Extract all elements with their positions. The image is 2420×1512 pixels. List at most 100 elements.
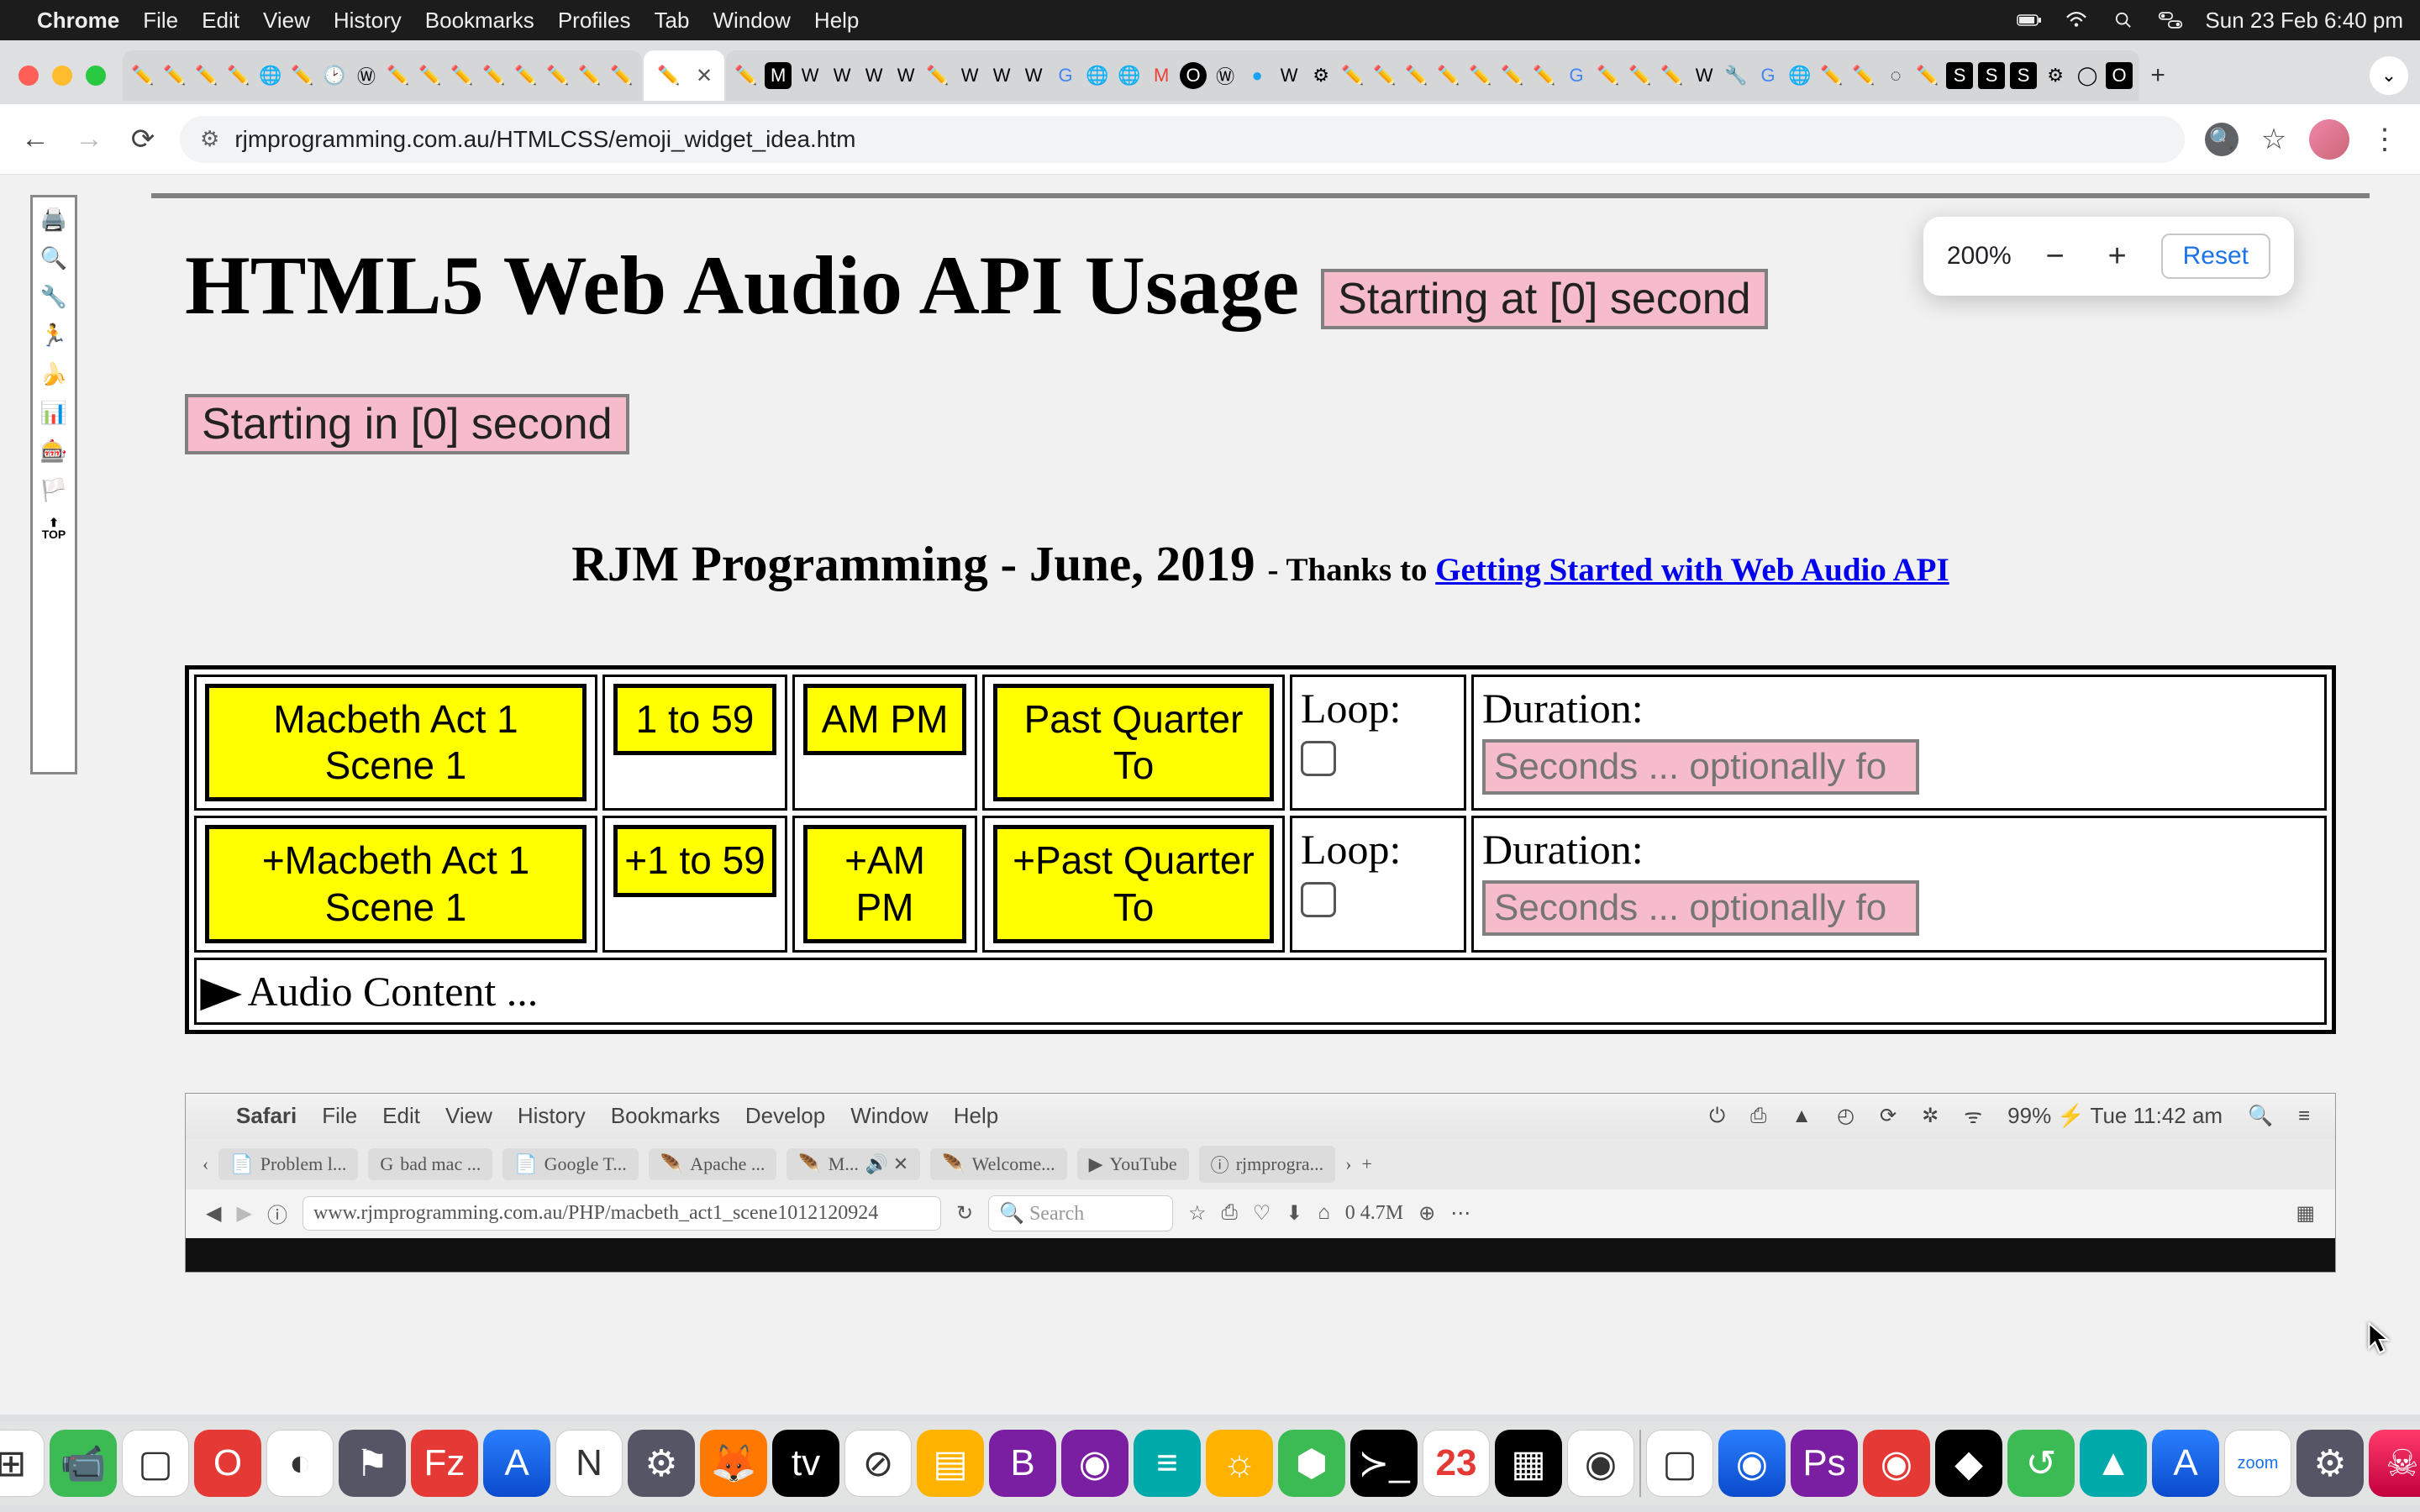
menu-view[interactable]: View [263,8,310,34]
background-tab[interactable]: ✏️ [511,50,541,101]
menu-bookmarks[interactable]: Bookmarks [425,8,534,34]
background-tab[interactable]: ✏️ [1817,50,1847,101]
spotlight-icon[interactable] [2111,12,2136,29]
loop-checkbox[interactable] [1301,741,1336,776]
background-tab[interactable]: ✏️ [1402,50,1432,101]
starting-at-input[interactable]: Starting at [0] second [1321,269,1767,329]
dock-app-icon[interactable]: B [989,1430,1056,1497]
dock-calendar-icon[interactable]: 23 [1423,1430,1490,1497]
gadget-icon[interactable]: 🔍 [37,241,71,275]
audio-content-toggle[interactable]: ▶Audio Content ... [194,958,2327,1025]
gadget-icon[interactable]: 🎰 [37,434,71,468]
background-tab[interactable]: ✏️ [287,50,318,101]
background-tab[interactable]: 🌐 [1082,50,1113,101]
background-tab[interactable]: ✏️ [447,50,477,101]
dock-chrome-icon[interactable]: ◉ [1567,1430,1634,1497]
background-tab[interactable]: G [1050,50,1081,101]
background-tab[interactable]: ✏️ [192,50,222,101]
dock-app-icon[interactable]: ▤ [917,1430,984,1497]
menu-profiles[interactable]: Profiles [558,8,631,34]
dock-app-icon[interactable]: ≡ [1134,1430,1201,1497]
background-tab[interactable]: ✏️ [479,50,509,101]
fullscreen-window-button[interactable] [86,66,106,86]
background-tab[interactable]: W [1689,50,1719,101]
thanks-link[interactable]: Getting Started with Web Audio API [1435,552,1949,588]
dock-app-icon[interactable]: ▲ [2080,1430,2147,1497]
background-tab[interactable]: ✏️ [160,50,190,101]
background-tab[interactable]: G [1561,50,1591,101]
dock-app-icon[interactable]: ⚙ [628,1430,695,1497]
minimize-window-button[interactable] [52,66,72,86]
gadget-top-icon[interactable]: ⬆TOP [37,512,71,545]
dock-app-icon[interactable]: ◐ [266,1430,334,1497]
tab-overflow-button[interactable]: ⌄ [2370,56,2408,95]
forward-button[interactable]: → [72,123,106,156]
duration-input[interactable] [1482,880,1919,936]
address-bar[interactable]: ⚙ rjmprogramming.com.au/HTMLCSS/emoji_wi… [180,116,2185,163]
ampm-add-button[interactable]: +AM PM [803,825,966,942]
close-tab-icon[interactable]: ✕ [696,64,713,88]
menu-edit[interactable]: Edit [202,8,239,34]
background-tab[interactable]: W [859,50,889,101]
background-tab[interactable]: ✏️ [1625,50,1655,101]
dock-app-icon[interactable]: A [2152,1430,2219,1497]
dock-app-icon[interactable]: ▢ [122,1430,189,1497]
background-tab[interactable]: ✏️ [1593,50,1623,101]
dock-news-icon[interactable]: N [555,1430,623,1497]
background-tab[interactable]: ✏️ [1497,50,1528,101]
zoom-reset-button[interactable]: Reset [2161,234,2270,279]
background-tab[interactable]: M [1146,50,1176,101]
dock-app-icon[interactable]: ↺ [2007,1430,2075,1497]
dock-app-icon[interactable]: ▢ [1646,1430,1713,1497]
background-tab[interactable]: ✏️ [1849,50,1879,101]
background-tab[interactable]: ◌ [1881,50,1911,101]
background-tab[interactable]: ⚙ [1306,50,1336,101]
background-tab[interactable]: ● [1242,50,1272,101]
background-tab[interactable]: W [827,50,857,101]
scene-add-button[interactable]: +Macbeth Act 1 Scene 1 [205,825,587,942]
gadget-icon[interactable]: 📊 [37,396,71,429]
background-tab[interactable]: ✏️ [731,50,761,101]
minute-select-button[interactable]: 1 to 59 [613,684,776,755]
dock-app-icon[interactable]: ◉ [1718,1430,1786,1497]
quarter-add-button[interactable]: +Past Quarter To [993,825,1274,942]
dock-facetime-icon[interactable]: 📹 [50,1430,117,1497]
background-tab[interactable]: ✏️ [1434,50,1464,101]
dock-terminal-icon[interactable]: ≻_ [1350,1430,1418,1497]
background-tab[interactable]: 🕑 [319,50,350,101]
dock-app-icon[interactable]: ⚙ [2296,1430,2364,1497]
gadget-icon[interactable]: 🏃 [37,318,71,352]
menu-window[interactable]: Window [713,8,790,34]
menu-file[interactable]: File [143,8,178,34]
background-tab[interactable]: ◯ [2072,50,2102,101]
background-tab[interactable]: W [795,50,825,101]
menu-help[interactable]: Help [814,8,859,34]
menubar-clock[interactable]: Sun 23 Feb 6:40 pm [2205,8,2403,34]
background-tab[interactable]: Ⓦ [351,50,381,101]
background-tab[interactable]: ✏️ [543,50,573,101]
background-tab[interactable]: ✏️ [383,50,413,101]
starting-in-input[interactable]: Starting in [0] second [185,394,629,454]
dock-app-icon[interactable]: ⚑ [339,1430,406,1497]
zoom-in-button[interactable]: + [2099,239,2136,275]
background-tab[interactable]: ✏️ [1465,50,1496,101]
background-tab[interactable]: ✏️ [1370,50,1400,101]
background-tab[interactable]: W [1274,50,1304,101]
dock-app-icon[interactable]: Ps [1791,1430,1858,1497]
gadget-icon[interactable]: 🍌 [37,357,71,391]
background-tab[interactable]: 🌐 [1114,50,1144,101]
background-tab[interactable]: ✏️ [1338,50,1368,101]
dock-firefox-icon[interactable]: 🦊 [700,1430,767,1497]
reload-button[interactable]: ⟳ [126,123,160,156]
dock-app-icon[interactable]: ◉ [1863,1430,1930,1497]
background-tab[interactable]: ✏️ [923,50,953,101]
background-tab[interactable]: S [2008,50,2039,101]
background-tab[interactable]: W [955,50,985,101]
background-tab[interactable]: ✏️ [224,50,254,101]
loop-checkbox[interactable] [1301,882,1336,917]
app-menu[interactable]: Chrome [37,8,119,34]
dock-app-icon[interactable]: ⬢ [1278,1430,1345,1497]
gadget-icon[interactable]: 🖨️ [37,202,71,236]
wifi-icon[interactable] [2064,12,2089,29]
background-tab[interactable]: ✏️ [575,50,605,101]
